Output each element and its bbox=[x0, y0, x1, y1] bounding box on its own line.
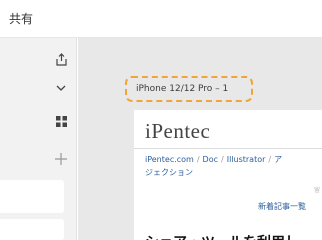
frame-label[interactable]: iPhone 12/12 Pro – 1 bbox=[125, 76, 253, 102]
breadcrumb-continuation[interactable]: ジェクション bbox=[145, 167, 193, 178]
new-articles-link[interactable]: 新着記事一覧 bbox=[258, 201, 306, 212]
faint-text: 留 bbox=[314, 187, 321, 194]
left-panel bbox=[0, 38, 77, 240]
breadcrumb-separator: / bbox=[268, 155, 272, 164]
plus-icon[interactable] bbox=[54, 152, 68, 166]
artboard-frame[interactable]: iPentec iPentec.com / Doc / Illustrator / ア ジェ… bbox=[134, 110, 322, 240]
canvas[interactable]: iPhone 12/12 Pro – 1 iPentec iPentec.com… bbox=[78, 38, 322, 240]
breadcrumb-item[interactable]: Illustrator bbox=[227, 155, 266, 164]
breadcrumb-separator: / bbox=[196, 155, 200, 164]
share-label[interactable]: 共有 bbox=[9, 10, 33, 27]
site-logo: iPentec bbox=[145, 119, 211, 143]
layer-card[interactable] bbox=[0, 219, 64, 240]
top-bar: 共有 bbox=[0, 0, 322, 38]
article-heading: シェア・ツールを利用し bbox=[145, 232, 299, 240]
grid-icon[interactable] bbox=[54, 114, 68, 128]
chevron-down-icon[interactable] bbox=[54, 81, 68, 95]
share-export-icon[interactable] bbox=[54, 52, 68, 66]
breadcrumb-item[interactable]: ア bbox=[274, 155, 282, 164]
breadcrumb-separator: / bbox=[221, 155, 224, 164]
layer-card[interactable] bbox=[0, 180, 64, 213]
breadcrumb-item[interactable]: iPentec.com bbox=[145, 155, 194, 164]
breadcrumb-item[interactable]: Doc bbox=[203, 155, 218, 164]
breadcrumb: iPentec.com / Doc / Illustrator / ア bbox=[145, 154, 282, 165]
divider bbox=[134, 148, 322, 149]
